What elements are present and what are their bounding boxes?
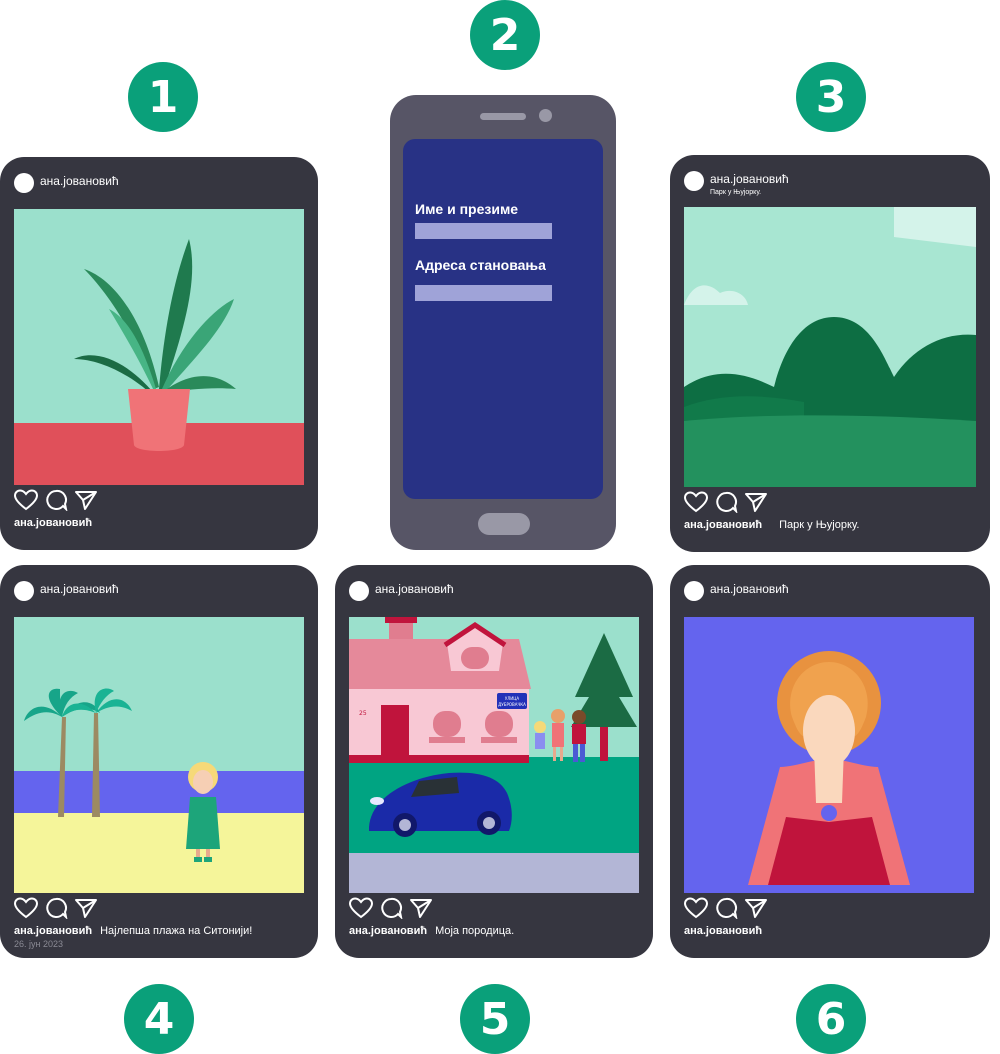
post-username[interactable]: ана.јовановић [375, 582, 454, 596]
post-card-1: ана.јовановић ана.јовановић [0, 157, 318, 550]
post-caption: ана.јовановић Моја породица. [349, 925, 514, 937]
caption-username[interactable]: ана.јовановић [14, 517, 92, 529]
post-username[interactable]: ана.јовановић [710, 582, 789, 596]
heart-icon[interactable] [14, 489, 38, 511]
house-number: 25 [359, 710, 367, 717]
share-icon[interactable] [74, 489, 98, 511]
comment-icon[interactable] [379, 897, 403, 919]
heart-icon[interactable] [349, 897, 373, 919]
avatar[interactable] [14, 581, 34, 601]
post-image-beach [14, 617, 304, 893]
post-card-4: ана.јовановић ана.јовановић Најлепша плаж… [0, 565, 318, 958]
share-icon[interactable] [744, 491, 768, 513]
caption-username[interactable]: ана.јовановић [684, 519, 762, 531]
post-actions [684, 491, 768, 513]
heart-icon[interactable] [684, 491, 708, 513]
street-sign-text-1: УЛИЦА [505, 696, 520, 701]
phone-camera [539, 109, 552, 122]
badge-1: 1 [128, 62, 198, 132]
post-actions [349, 897, 433, 919]
post-username[interactable]: ана.јовановић [40, 174, 119, 188]
caption-username[interactable]: ана.јовановић [14, 925, 92, 937]
address-field[interactable] [415, 285, 552, 301]
caption-text: Парк у Њујорку. [779, 519, 860, 531]
caption-text: Најлепша плажа на Ситонији! [100, 925, 253, 937]
heart-icon[interactable] [14, 897, 38, 919]
heart-icon[interactable] [684, 897, 708, 919]
post-card-5: ана.јовановић УЛИЦА ДУБРОВАЧКА 25 ана.јо… [335, 565, 653, 958]
avatar[interactable] [684, 171, 704, 191]
share-icon[interactable] [74, 897, 98, 919]
post-caption: ана.јовановић Парк у Њујорку. [684, 519, 859, 531]
post-actions [14, 897, 98, 919]
comment-icon[interactable] [714, 897, 738, 919]
badge-5: 5 [460, 984, 530, 1054]
post-image-family: УЛИЦА ДУБРОВАЧКА 25 [349, 617, 639, 893]
post-caption: ана.јовановић [684, 925, 770, 937]
post-image-portrait [684, 617, 974, 893]
post-card-3: ана.јовановић Парк у Њујорку. ана.јовано… [670, 155, 990, 552]
comment-icon[interactable] [44, 897, 68, 919]
post-image-park [684, 207, 976, 487]
post-caption: ана.јовановић Најлепша плажа на Ситонији! [14, 925, 252, 937]
caption-text: Моја породица. [435, 925, 515, 937]
badge-4: 4 [124, 984, 194, 1054]
post-username[interactable]: ана.јовановић [40, 582, 119, 596]
avatar[interactable] [684, 581, 704, 601]
post-actions [684, 897, 768, 919]
phone-device: Име и презиме Адреса становања [390, 95, 616, 550]
post-card-6: ана.јовановић ана.јовановић [670, 565, 990, 958]
caption-username[interactable]: ана.јовановић [349, 925, 427, 937]
home-button[interactable] [478, 513, 530, 535]
phone-speaker [480, 113, 526, 120]
badge-2: 2 [470, 0, 540, 70]
post-caption: ана.јовановић [14, 517, 100, 529]
address-field-label: Адреса становања [415, 257, 546, 273]
avatar[interactable] [349, 581, 369, 601]
badge-3: 3 [796, 62, 866, 132]
caption-username[interactable]: ана.јовановић [684, 925, 762, 937]
post-actions [14, 489, 98, 511]
share-icon[interactable] [744, 897, 768, 919]
post-location[interactable]: Парк у Њујорку. [710, 189, 761, 196]
name-field-label: Име и презиме [415, 201, 519, 217]
post-date: 26. јун 2023 [14, 939, 64, 949]
badge-6: 6 [796, 984, 866, 1054]
post-image-plant [14, 209, 304, 485]
comment-icon[interactable] [714, 491, 738, 513]
share-icon[interactable] [409, 897, 433, 919]
avatar[interactable] [14, 173, 34, 193]
phone-screen: Име и презиме Адреса становања [403, 139, 603, 499]
street-sign-text-2: ДУБРОВАЧКА [498, 702, 526, 707]
name-field[interactable] [415, 223, 552, 239]
comment-icon[interactable] [44, 489, 68, 511]
post-username[interactable]: ана.јовановић [710, 172, 789, 186]
